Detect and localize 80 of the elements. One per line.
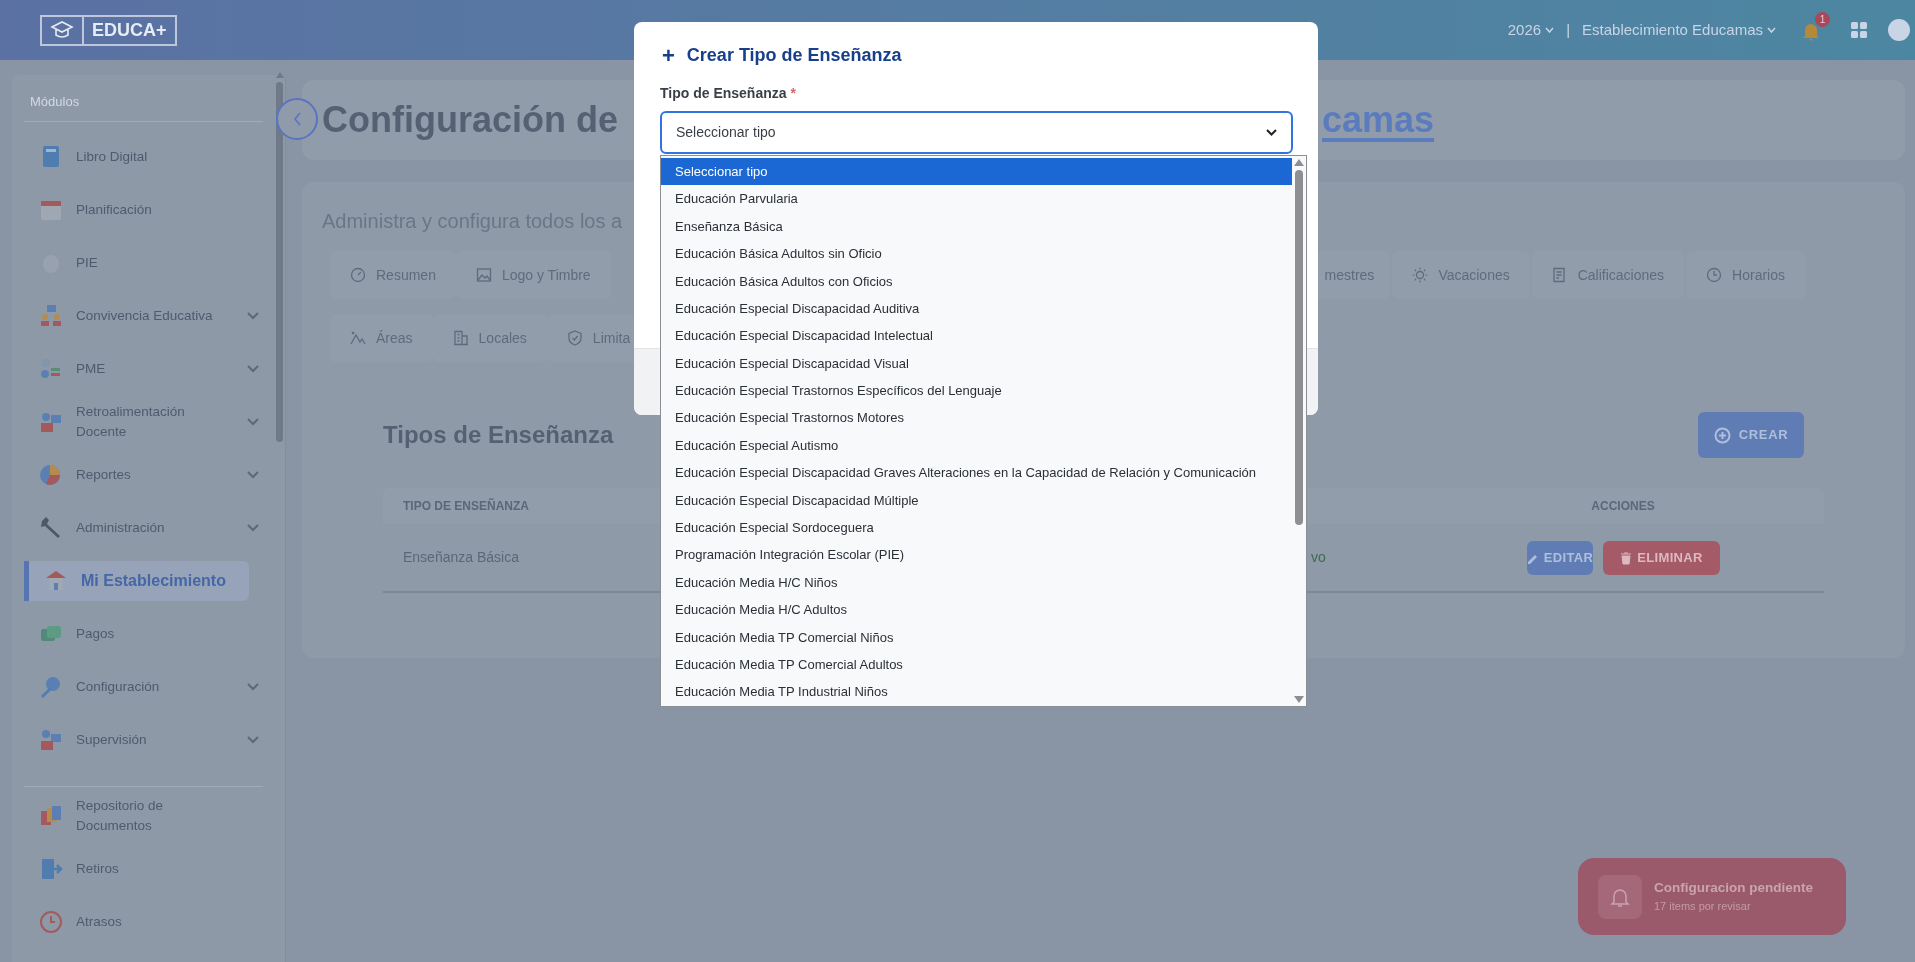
chevron-down-icon xyxy=(247,364,259,373)
clock-icon xyxy=(38,908,64,935)
sidebar-item[interactable]: Mi Establecimiento xyxy=(24,560,249,601)
toast-title: Configuracion pendiente xyxy=(1654,879,1813,898)
image-icon xyxy=(475,267,492,283)
dropdown-option[interactable]: Educación Especial Discapacidad Visual xyxy=(661,349,1292,378)
apps-grid-icon[interactable] xyxy=(1850,21,1868,39)
page-title: Configuración de xyxy=(322,99,618,140)
sidebar-item[interactable]: Configuración xyxy=(24,666,259,707)
sidebar-item[interactable]: Libro Digital xyxy=(24,136,259,177)
dropdown-option[interactable]: Educación Especial Discapacidad Graves Alteraciones en la Capacidad de Relación y Comunicación xyxy=(661,459,1292,487)
chevron-down-icon xyxy=(247,735,259,744)
chevron-left-icon xyxy=(292,112,302,126)
plus-circle-icon xyxy=(1713,426,1731,444)
dropdown-option[interactable]: Educación Media TP Comercial Niños xyxy=(661,623,1292,652)
type-select[interactable]: Seleccionar tipo xyxy=(660,111,1293,154)
dropdown-option[interactable]: Educación Media H/C Niños xyxy=(661,568,1292,597)
dropdown-option[interactable]: Educación Media TP Industrial Niños xyxy=(661,678,1292,706)
modal-title: Crear Tipo de Enseñanza xyxy=(686,44,902,67)
building-icon xyxy=(452,330,469,346)
trash-icon xyxy=(1619,550,1634,565)
mountains-icon xyxy=(350,330,366,346)
dropdown-option[interactable]: Educación Básica Adultos con Oficios xyxy=(661,267,1292,295)
toast-subtitle: 17 items por revisar xyxy=(1654,899,1752,915)
dropdown-option[interactable]: Enseñanza Básica xyxy=(661,212,1292,241)
sidebar-item[interactable]: Retroalimentación Docente xyxy=(24,401,259,442)
sidebar-item[interactable]: PME xyxy=(24,348,259,389)
notifications-button[interactable]: 1 xyxy=(1800,11,1830,49)
dropdown-option[interactable]: Educación Especial Trastornos Motores xyxy=(661,404,1292,432)
caret-icon xyxy=(1545,27,1555,33)
plus-icon: + xyxy=(662,44,675,67)
sidebar-item[interactable]: Pagos xyxy=(24,613,259,654)
dropdown-option[interactable]: Educación Básica Adultos sin Oficio xyxy=(661,240,1292,268)
create-button[interactable]: CREAR xyxy=(1698,412,1804,458)
year-dropdown[interactable]: 2026 xyxy=(1507,18,1555,42)
sidebar-item[interactable]: Supervisión xyxy=(24,719,259,760)
notification-badge: 1 xyxy=(1815,11,1830,27)
notification-toast[interactable]: Configuracion pendiente 17 items por revisar xyxy=(1578,858,1846,935)
chevron-down-icon xyxy=(247,417,259,426)
gauge-icon xyxy=(350,267,366,283)
school-dropdown[interactable]: Establecimiento Educamas xyxy=(1582,18,1776,42)
dropdown-option[interactable]: Educación Especial Discapacidad Auditiva xyxy=(661,294,1292,323)
chevron-down-icon xyxy=(1266,129,1277,136)
chevron-down-icon xyxy=(247,311,259,320)
document-icon xyxy=(1551,267,1568,283)
dropdown-option[interactable]: Educación Especial Discapacidad Intelectual xyxy=(661,322,1292,350)
sidebar-item[interactable]: Repositorio de Documentos xyxy=(24,795,259,836)
chevron-down-icon xyxy=(247,682,259,691)
chevron-down-icon xyxy=(247,470,259,479)
dropdown-option[interactable]: Educación Media H/C Adultos xyxy=(661,596,1292,624)
sun-icon xyxy=(1412,267,1429,283)
dropdown-option[interactable]: Educación Especial Autismo xyxy=(661,431,1292,460)
dropdown-option[interactable]: Educación Especial Sordoceguera xyxy=(661,514,1292,542)
dropdown-option[interactable]: Educación Parvularia xyxy=(661,185,1292,213)
sidebar-item[interactable]: Atrasos xyxy=(24,901,259,942)
field-label: Tipo de Enseñanza * xyxy=(659,84,797,103)
dropdown-option[interactable]: Educación Especial Discapacidad Múltiple xyxy=(661,486,1292,515)
dropdown-option[interactable]: Educación Especial Trastornos Específicos del Lenguaje xyxy=(661,377,1292,405)
sidebar-item[interactable]: Convivencia Educativa xyxy=(24,295,259,336)
clock-icon xyxy=(1706,267,1723,283)
separator: | xyxy=(1566,19,1571,40)
sidebar-item[interactable]: Reportes xyxy=(24,454,259,495)
dropdown-option[interactable]: Programación Integración Escolar (PIE) xyxy=(661,541,1292,569)
sidebar-item[interactable]: Planificación xyxy=(24,189,259,230)
table-cell: vo xyxy=(1311,549,1326,565)
dropdown-option[interactable]: Seleccionar tipo xyxy=(661,158,1292,186)
dropdown-option[interactable]: Educación Media TP Comercial Adultos xyxy=(661,651,1292,679)
sidebar-item[interactable]: Administración xyxy=(24,507,259,548)
sidebar-item[interactable]: Retiros xyxy=(24,848,259,889)
avatar[interactable] xyxy=(1888,19,1910,41)
caret-icon xyxy=(1767,27,1776,33)
logo[interactable]: EDUCA+ xyxy=(40,14,177,46)
edit-button[interactable]: EDITAR xyxy=(1526,540,1593,575)
sidebar-item[interactable]: PIE xyxy=(24,242,259,283)
delete-button[interactable]: ELIMINAR xyxy=(1602,540,1720,575)
section-label: Módulos xyxy=(30,94,80,109)
section-title: Tipos de Enseñanza xyxy=(383,420,614,450)
chevron-down-icon xyxy=(247,523,259,532)
shield-icon xyxy=(566,330,583,346)
people-icon xyxy=(38,302,64,329)
